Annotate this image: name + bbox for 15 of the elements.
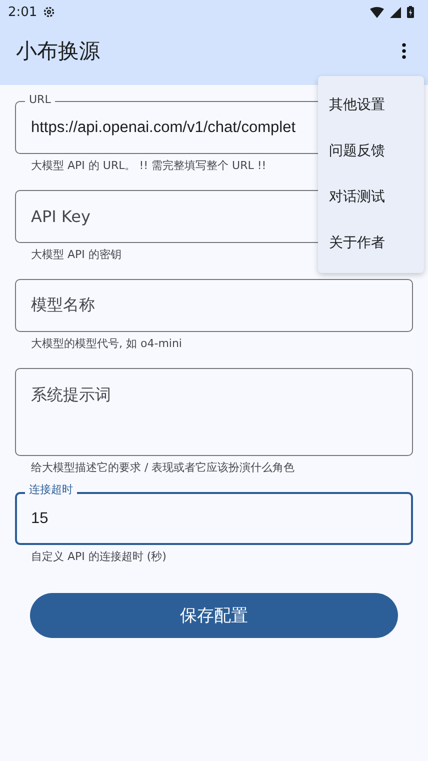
helper-text: 给大模型描述它的要求 / 表现或者它应该扮演什么角色 bbox=[31, 460, 295, 476]
wifi-icon bbox=[370, 6, 384, 18]
battery-icon bbox=[407, 6, 414, 18]
helper-text: 大模型的模型代号, 如 o4-mini bbox=[31, 336, 182, 352]
save-button[interactable]: 保存配置 bbox=[30, 593, 398, 638]
text-area[interactable]: 系统提示词 bbox=[15, 368, 413, 456]
app-title: 小布换源 bbox=[16, 38, 101, 64]
field-label: 连接超时 bbox=[25, 483, 77, 497]
input-field[interactable]: 模型名称 bbox=[15, 279, 413, 332]
helper-text: 大模型 API 的 URL。 !! 需完整填写整个 URL !! bbox=[31, 158, 266, 174]
signal-icon bbox=[390, 6, 401, 18]
status-time: 2:01 bbox=[8, 4, 38, 20]
gear-icon bbox=[43, 6, 56, 18]
helper-text: 自定义 API 的连接超时 (秒) bbox=[31, 549, 166, 565]
helper-text: 大模型 API 的密钥 bbox=[31, 247, 122, 263]
